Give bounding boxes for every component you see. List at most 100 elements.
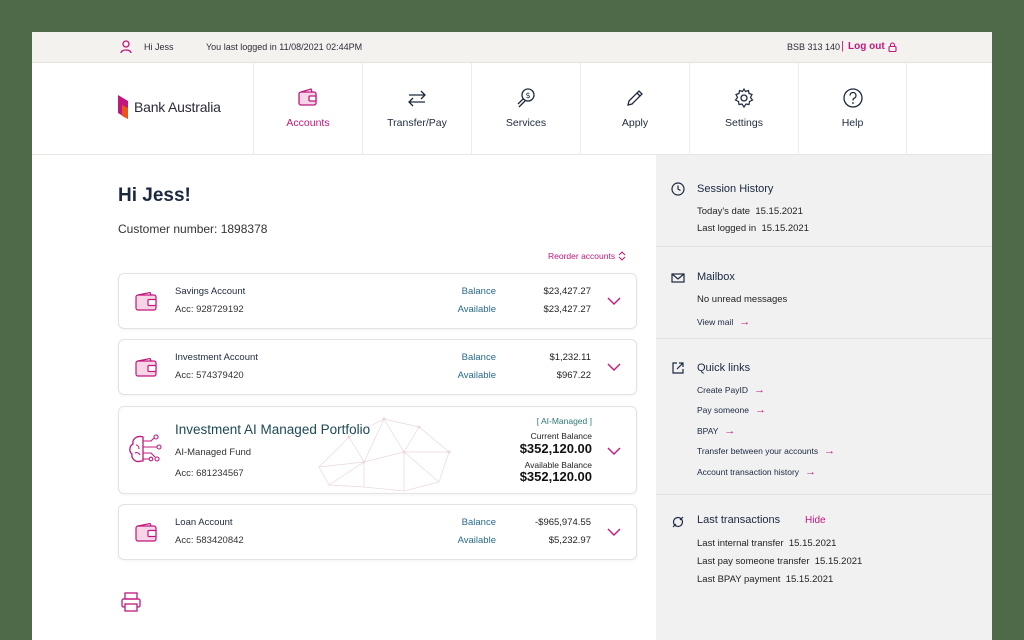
- nav-transfer-label: Transfer/Pay: [387, 117, 447, 129]
- main-nav: Bank Australia Accounts Transfer/Pay $ S…: [32, 63, 992, 155]
- pencil-icon: [627, 90, 643, 106]
- help-icon: [842, 88, 863, 108]
- chevron-down-icon[interactable]: [607, 362, 621, 372]
- available-balance-value: $352,120.00: [519, 469, 592, 484]
- account-number: Acc: 574379420: [175, 370, 244, 381]
- arrow-right-icon: →: [724, 425, 736, 437]
- balance-value: $1,232.11: [549, 352, 591, 363]
- app-frame: Hi Jess You last logged in 11/08/2021 02…: [32, 32, 992, 640]
- page-title: Hi Jess!: [118, 185, 191, 206]
- quick-link-bpay[interactable]: BPAY →: [697, 425, 735, 437]
- available-value: $23,427.27: [543, 304, 591, 315]
- transaction-label: Last pay someone transfer: [697, 556, 810, 567]
- wallet-icon: [135, 292, 157, 311]
- top-bar: Hi Jess You last logged in 11/08/2021 02…: [32, 32, 992, 63]
- quick-link-label: Transfer between your accounts: [697, 446, 819, 456]
- logo-text: Bank Australia: [134, 99, 221, 115]
- nav-help[interactable]: Help: [798, 63, 907, 155]
- svg-text:$: $: [526, 91, 531, 100]
- last-logged-in: Last logged in 15.15.2021: [697, 223, 809, 234]
- customer-number: Customer number: 1898378: [118, 222, 268, 236]
- balance-label: Balance: [461, 286, 496, 297]
- nav-accounts[interactable]: Accounts: [253, 63, 362, 155]
- reorder-label: Reorder accounts: [548, 251, 616, 261]
- nav-services-label: Services: [505, 117, 547, 129]
- account-card-loan[interactable]: Loan Account Acc: 583420842 Balance -$96…: [118, 504, 637, 560]
- logo-mark-icon: [118, 95, 128, 119]
- mailbox-status: No unread messages: [697, 294, 788, 305]
- transaction-row: Last BPAY payment 15.15.2021: [697, 574, 833, 585]
- view-mail-link[interactable]: View mail →: [697, 316, 750, 328]
- session-history-section: Session History Today's date 15.15.2021 …: [656, 155, 992, 247]
- bank-logo[interactable]: Bank Australia: [118, 95, 221, 119]
- ai-managed-tag: [ AI-Managed ]: [536, 416, 592, 426]
- nav-settings[interactable]: Settings: [689, 63, 798, 155]
- nav-apply[interactable]: Apply: [580, 63, 689, 155]
- quick-link-create-payid[interactable]: Create PayID →: [697, 384, 765, 396]
- available-label: Available: [457, 535, 496, 546]
- hide-transactions-button[interactable]: Hide: [805, 515, 826, 526]
- account-number: Acc: 928729192: [175, 304, 244, 315]
- quick-link-transfer[interactable]: Transfer between your accounts →: [697, 445, 835, 457]
- available-value: $5,232.97: [548, 535, 591, 546]
- current-balance-label: Current Balance: [530, 431, 592, 441]
- chevron-down-icon[interactable]: [607, 296, 621, 306]
- arrow-right-icon: →: [805, 466, 817, 478]
- ai-brain-icon: [129, 434, 162, 463]
- bsb-text: BSB 313 140: [787, 42, 841, 52]
- current-balance-value: $352,120.00: [519, 441, 592, 456]
- transfer-icon: [408, 90, 426, 107]
- neural-network-decoration: [318, 417, 451, 492]
- quick-link-pay-someone[interactable]: Pay someone →: [697, 404, 766, 416]
- account-card-ai-portfolio[interactable]: Investment AI Managed Portfolio AI-Manag…: [118, 406, 637, 494]
- available-value: $967.22: [556, 370, 591, 381]
- last-transactions-section: Last transactions Hide Last internal tra…: [656, 495, 992, 640]
- chevron-down-icon[interactable]: [607, 527, 621, 537]
- clock-icon: [671, 182, 685, 196]
- quick-link-label: Create PayID: [697, 385, 749, 395]
- transactions-icon: [672, 516, 684, 528]
- last-transactions-title: Last transactions: [697, 514, 781, 526]
- transaction-date: 15.15.2021: [814, 556, 863, 567]
- session-history-title: Session History: [697, 183, 774, 195]
- portfolio-name: Investment AI Managed Portfolio: [175, 422, 371, 437]
- transaction-date: 15.15.2021: [785, 574, 834, 585]
- sidebar: Session History Today's date 15.15.2021 …: [656, 155, 992, 640]
- topbar-separator: |: [841, 40, 844, 52]
- available-label: Available: [457, 370, 496, 381]
- reorder-accounts-link[interactable]: Reorder accounts: [548, 251, 626, 261]
- quick-links-section: Quick links Create PayID → Pay someone →…: [656, 339, 992, 495]
- logout-button[interactable]: Log out: [848, 41, 897, 52]
- mailbox-section: Mailbox No unread messages View mail →: [656, 247, 992, 339]
- nav-settings-label: Settings: [725, 117, 763, 129]
- available-label: Available: [457, 304, 496, 315]
- greeting-text: Hi Jess: [144, 42, 174, 52]
- balance-label: Balance: [461, 352, 496, 363]
- last-login-text: You last logged in 11/08/2021 02:44PM: [206, 42, 363, 52]
- transaction-row: Last pay someone transfer 15.15.2021: [697, 556, 862, 567]
- quick-link-transaction-history[interactable]: Account transaction history →: [697, 466, 816, 478]
- todays-date-value: 15.15.2021: [755, 206, 803, 217]
- nav-items: Accounts Transfer/Pay $ Services Apply S…: [253, 63, 907, 155]
- account-number: Acc: 681234567: [175, 468, 244, 479]
- nav-apply-label: Apply: [621, 117, 649, 129]
- account-card-savings[interactable]: Savings Account Acc: 928729192 Balance $…: [118, 273, 637, 329]
- todays-date: Today's date 15.15.2021: [697, 206, 803, 217]
- last-logged-label: Last logged in: [697, 223, 757, 234]
- wallet-icon: [298, 88, 317, 106]
- services-icon: $: [517, 88, 535, 108]
- quick-link-label: Pay someone: [697, 405, 749, 415]
- balance-value: $23,427.27: [543, 286, 591, 297]
- external-link-icon: [672, 362, 684, 374]
- chevron-down-icon[interactable]: [607, 446, 621, 456]
- transaction-row: Last internal transfer 15.15.2021: [697, 538, 836, 549]
- account-number: Acc: 583420842: [175, 535, 244, 546]
- transaction-label: Last BPAY payment: [697, 574, 781, 585]
- logout-label: Log out: [848, 41, 885, 52]
- gear-icon: [734, 87, 754, 109]
- nav-services[interactable]: $ Services: [471, 63, 580, 155]
- balance-value: -$965,974.55: [535, 517, 591, 528]
- printer-icon[interactable]: [120, 591, 142, 613]
- account-card-investment[interactable]: Investment Account Acc: 574379420 Balanc…: [118, 339, 637, 395]
- nav-transfer-pay[interactable]: Transfer/Pay: [362, 63, 471, 155]
